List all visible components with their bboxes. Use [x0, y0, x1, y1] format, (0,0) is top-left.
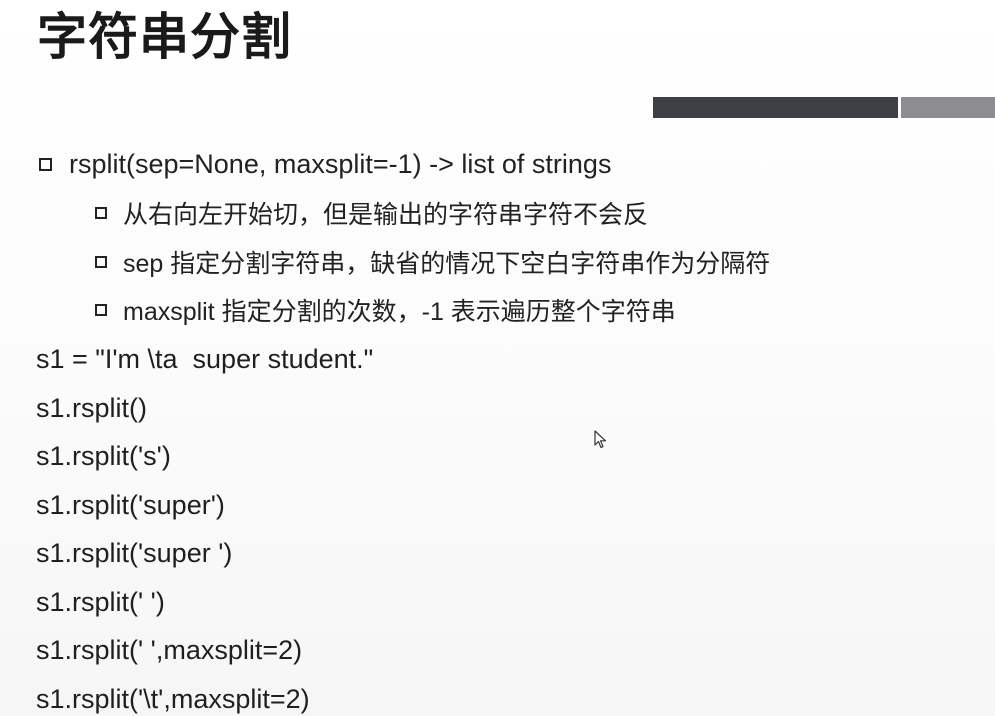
code-line: s1.rsplit('\t',maxsplit=2) [36, 684, 310, 714]
bullet-rsplit-signature: rsplit(sep=None, maxsplit=-1) -> list of… [39, 146, 611, 182]
code-line: s1.rsplit('s') [36, 441, 171, 471]
code-line-assignment: s1 = "I'm \ta super student." [36, 344, 374, 374]
bullet-sep: sep 指定分割字符串，缺省的情况下空白字符串作为分隔符 [95, 245, 770, 279]
code-line: s1.rsplit('super ') [36, 538, 233, 568]
square-bullet-icon [95, 304, 107, 316]
bullet-text: sep 指定分割字符串，缺省的情况下空白字符串作为分隔符 [123, 250, 771, 278]
square-bullet-icon [39, 157, 52, 171]
code-line: s1.rsplit('super') [36, 490, 225, 520]
mouse-cursor-icon [594, 430, 607, 449]
title-accent-bar-light [901, 97, 995, 118]
bullet-text: rsplit(sep=None, maxsplit=-1) -> list of… [69, 148, 612, 179]
code-line: s1.rsplit() [36, 393, 148, 423]
code-line: s1.rsplit(' ') [36, 587, 165, 617]
square-bullet-icon [95, 256, 107, 268]
slide: 字符串分割 rsplit(sep=None, maxsplit=-1) -> l… [0, 0, 995, 716]
slide-title: 字符串分割 [37, 8, 292, 66]
bullet-direction: 从右向左开始切，但是输出的字符串字符不会反 [95, 196, 648, 230]
square-bullet-icon [95, 207, 107, 219]
bullet-text: 从右向左开始切，但是输出的字符串字符不会反 [123, 201, 649, 229]
title-accent-bar-dark [653, 97, 898, 118]
bullet-maxsplit: maxsplit 指定分割的次数，-1 表示遍历整个字符串 [95, 293, 676, 327]
code-line: s1.rsplit(' ',maxsplit=2) [36, 635, 303, 665]
bullet-text: maxsplit 指定分割的次数，-1 表示遍历整个字符串 [123, 298, 676, 326]
